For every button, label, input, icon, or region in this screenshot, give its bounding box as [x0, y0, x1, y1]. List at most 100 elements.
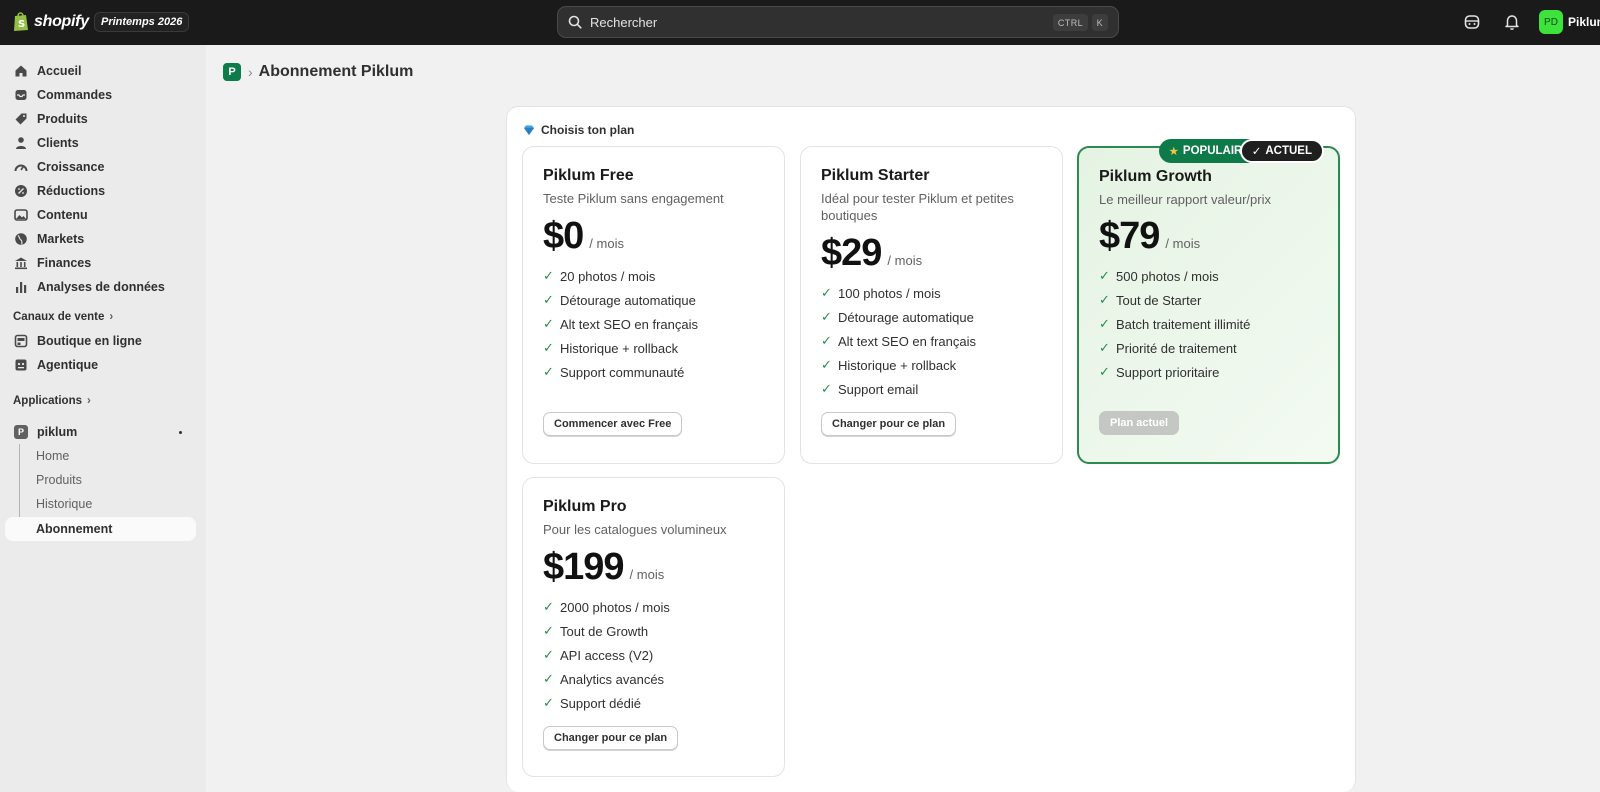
feature-item: ✓ Analytics avancés [543, 671, 664, 687]
plan-price: $29 / mois [821, 232, 922, 275]
page-title: Abonnement Piklum [258, 63, 414, 80]
feature-item: ✓ Batch traitement illimité [1099, 316, 1250, 332]
shopify-logo[interactable]: S shopify [13, 11, 89, 32]
check-icon: ✓ [543, 292, 554, 307]
feature-item: ✓ API access (V2) [543, 647, 653, 663]
piklum-app-icon[interactable]: P [223, 63, 241, 81]
sidebar-item-finances[interactable]: Finances [5, 251, 196, 275]
plan-price: $199 / mois [543, 546, 664, 589]
sidebar-item-label: piklum [37, 425, 78, 439]
feature-item: ✓ Tout de Growth [543, 623, 648, 639]
home-icon [15, 65, 27, 77]
feature-item: ✓ Priorité de traitement [1099, 340, 1237, 356]
sidebar-item-croissance[interactable]: Croissance [5, 155, 196, 179]
check-icon: ✓ [821, 333, 832, 348]
plans-panel: Choisis ton plan Piklum Free Teste Piklu… [506, 106, 1356, 792]
current-badge: ✓ ACTUEL [1239, 139, 1324, 163]
plan-description: Pour les catalogues volumineux [543, 522, 727, 537]
plan-card-growth: ★ POPULAIRE ✓ ACTUEL Piklum Growth Le me… [1077, 139, 1340, 464]
check-icon: ✓ [821, 285, 832, 300]
select-plan-button[interactable]: Changer pour ce plan [821, 412, 957, 436]
select-plan-button[interactable]: Changer pour ce plan [543, 726, 679, 750]
plan-description: Idéal pour tester Piklum et petites bout… [821, 191, 1014, 223]
search-bar[interactable]: Rechercher CTRL K [557, 6, 1119, 38]
feature-item: ✓ Support email [821, 381, 918, 397]
sidekick-icon[interactable] [1463, 13, 1481, 31]
sidebar-item-markets[interactable]: Markets [5, 227, 196, 251]
plan-price: $0 / mois [543, 215, 624, 258]
check-icon: ✓ [543, 364, 554, 379]
avatar[interactable]: PD [1539, 10, 1563, 34]
sidebar-item-reductions[interactable]: Réductions [5, 179, 196, 203]
feature-label: Alt text SEO en français [560, 316, 699, 332]
feature-item: ✓ Support communauté [543, 364, 684, 380]
sidebar-subitem-home[interactable]: Home [5, 444, 196, 468]
feature-label: API access (V2) [560, 647, 654, 663]
inbox-icon [15, 90, 27, 100]
notification-bell-icon[interactable] [1503, 13, 1521, 31]
piklum-app-icon: P [14, 425, 28, 439]
sidebar-item-commandes[interactable]: Commandes [5, 83, 196, 107]
feature-label: Support email [838, 381, 919, 397]
sidebar-item-agentique[interactable]: Agentique [5, 353, 196, 377]
edition-badge[interactable]: Printemps 2026 [94, 12, 190, 32]
panel-heading: Choisis ton plan [523, 123, 634, 137]
sidebar-item-clients[interactable]: Clients [5, 131, 196, 155]
sidebar-subitem-historique[interactable]: Historique [5, 492, 196, 516]
applications-title[interactable]: Applications › [13, 395, 91, 407]
gauge-icon [14, 164, 28, 172]
shopify-bag-icon: S [14, 12, 28, 31]
gem-icon [524, 125, 534, 135]
feature-label: Historique + rollback [560, 340, 679, 356]
price-unit: / mois [1165, 236, 1201, 251]
plan-description: Teste Piklum sans engagement [543, 191, 724, 206]
sidebar-item-boutique[interactable]: Boutique en ligne [5, 329, 196, 353]
store-icon [14, 334, 28, 348]
sidebar-item-label: Accueil [37, 64, 82, 78]
breadcrumb: P › Abonnement Piklum [223, 63, 413, 81]
check-icon: ✓ [1099, 316, 1110, 331]
panel-heading-label: Choisis ton plan [541, 123, 635, 137]
feature-label: Détourage automatique [838, 309, 974, 325]
current-badge-label: ACTUEL [1265, 145, 1312, 157]
feature-label: 500 photos / mois [1116, 268, 1219, 284]
feature-label: Détourage automatique [560, 292, 696, 308]
feature-item: ✓ Détourage automatique [543, 292, 696, 308]
sidebar-item-label: Boutique en ligne [37, 334, 142, 348]
check-icon: ✓ [821, 357, 832, 372]
check-icon: ✓ [543, 623, 554, 638]
store-name[interactable]: Piklum [1568, 15, 1600, 29]
check-icon: ✓ [1099, 340, 1110, 355]
feature-label: Support prioritaire [1116, 364, 1220, 380]
select-plan-button[interactable]: Commencer avec Free [543, 412, 683, 436]
feature-item: ✓ Support prioritaire [1099, 364, 1219, 380]
plan-name: Piklum Free [543, 167, 634, 184]
sidebar-subitem-produits[interactable]: Produits [5, 468, 196, 492]
price-unit: / mois [589, 236, 624, 251]
bank-icon [15, 257, 27, 270]
search-placeholder: Rechercher [590, 14, 658, 30]
check-icon: ✓ [1099, 364, 1110, 379]
check-icon: ✓ [1099, 292, 1110, 307]
sidebar-item-accueil[interactable]: Accueil [5, 59, 196, 83]
feature-label: Support communauté [560, 364, 685, 380]
sidebar-item-produits[interactable]: Produits [5, 107, 196, 131]
more-dot-icon[interactable] [179, 430, 182, 434]
plan-name: Piklum Starter [821, 167, 930, 184]
price-value: $29 [821, 232, 882, 274]
plan-name: Piklum Pro [543, 498, 627, 515]
sidebar-item-contenu[interactable]: Contenu [5, 203, 196, 227]
sidebar-item-label: Produits [37, 112, 88, 126]
sales-channels-title[interactable]: Canaux de vente › [13, 311, 113, 323]
sidebar-item-label: Analyses de données [37, 280, 165, 294]
plan-price: $79 / mois [1099, 215, 1200, 258]
sidebar-subitem-abonnement[interactable]: Abonnement [5, 517, 196, 541]
svg-text:S: S [18, 19, 25, 30]
sidebar-item-piklum[interactable]: P piklum [5, 420, 196, 444]
plan-card-pro: Piklum Pro Pour les catalogues volumineu… [522, 477, 785, 777]
check-icon: ✓ [1099, 268, 1110, 283]
check-icon: ✓ [821, 309, 832, 324]
feature-label: Batch traitement illimité [1116, 316, 1251, 332]
sidebar-item-analyses[interactable]: Analyses de données [5, 275, 196, 299]
section-title-label: Applications [13, 395, 83, 407]
